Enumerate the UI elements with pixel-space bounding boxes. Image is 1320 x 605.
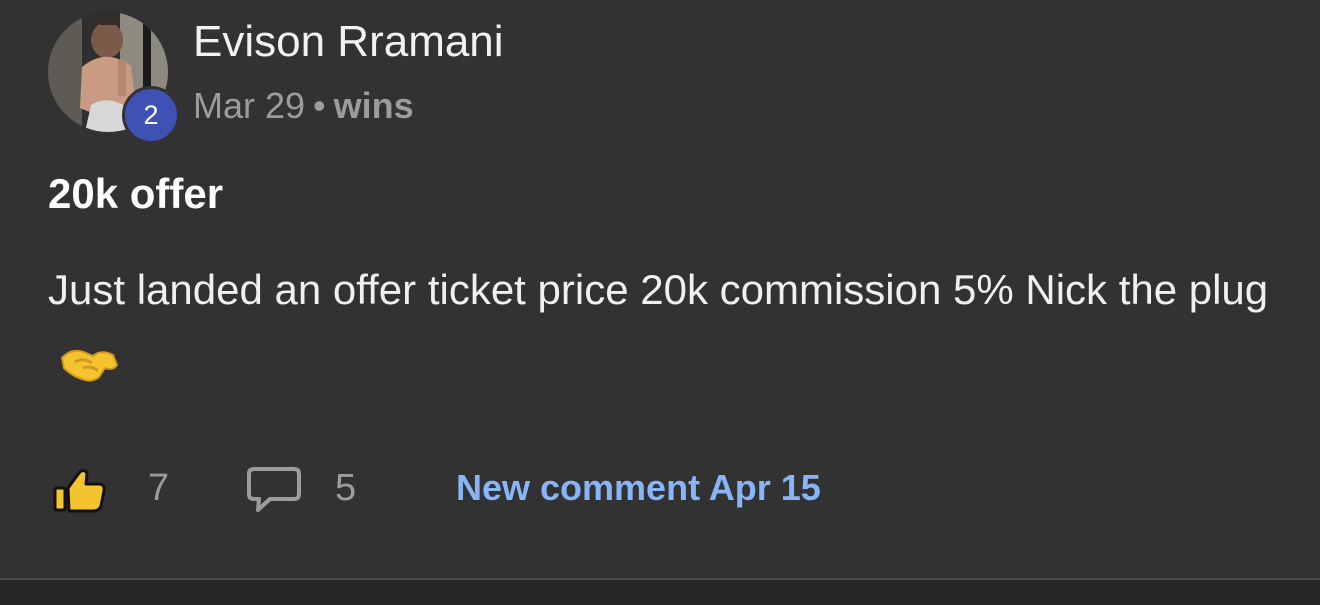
like-button[interactable] (52, 466, 108, 514)
comment-count: 5 (335, 467, 357, 509)
thumbs-up-icon (53, 469, 106, 513)
post-body-text: Just landed an offer ticket price 20k co… (48, 266, 1269, 313)
post-card[interactable]: 2 Evison Rramani Mar 29 • wins 20k offer J… (0, 0, 1320, 578)
meta-separator: • (313, 85, 326, 126)
new-comment-link[interactable]: New comment Apr 15 (456, 464, 821, 512)
comment-bubble-icon (247, 467, 301, 512)
post-date: Mar 29 (193, 85, 306, 126)
like-count: 7 (148, 467, 170, 509)
post-title[interactable]: 20k offer (48, 168, 223, 220)
post-category[interactable]: wins (334, 85, 414, 126)
author-name[interactable]: Evison Rramani (193, 17, 504, 67)
post-body[interactable]: Just landed an offer ticket price 20k co… (48, 254, 1278, 408)
next-post-edge (0, 580, 1320, 605)
handshake-emoji-icon (58, 336, 120, 408)
comment-button[interactable] (246, 465, 302, 517)
post-meta: Mar 29 • wins (193, 84, 414, 128)
level-badge: 2 (122, 86, 180, 144)
